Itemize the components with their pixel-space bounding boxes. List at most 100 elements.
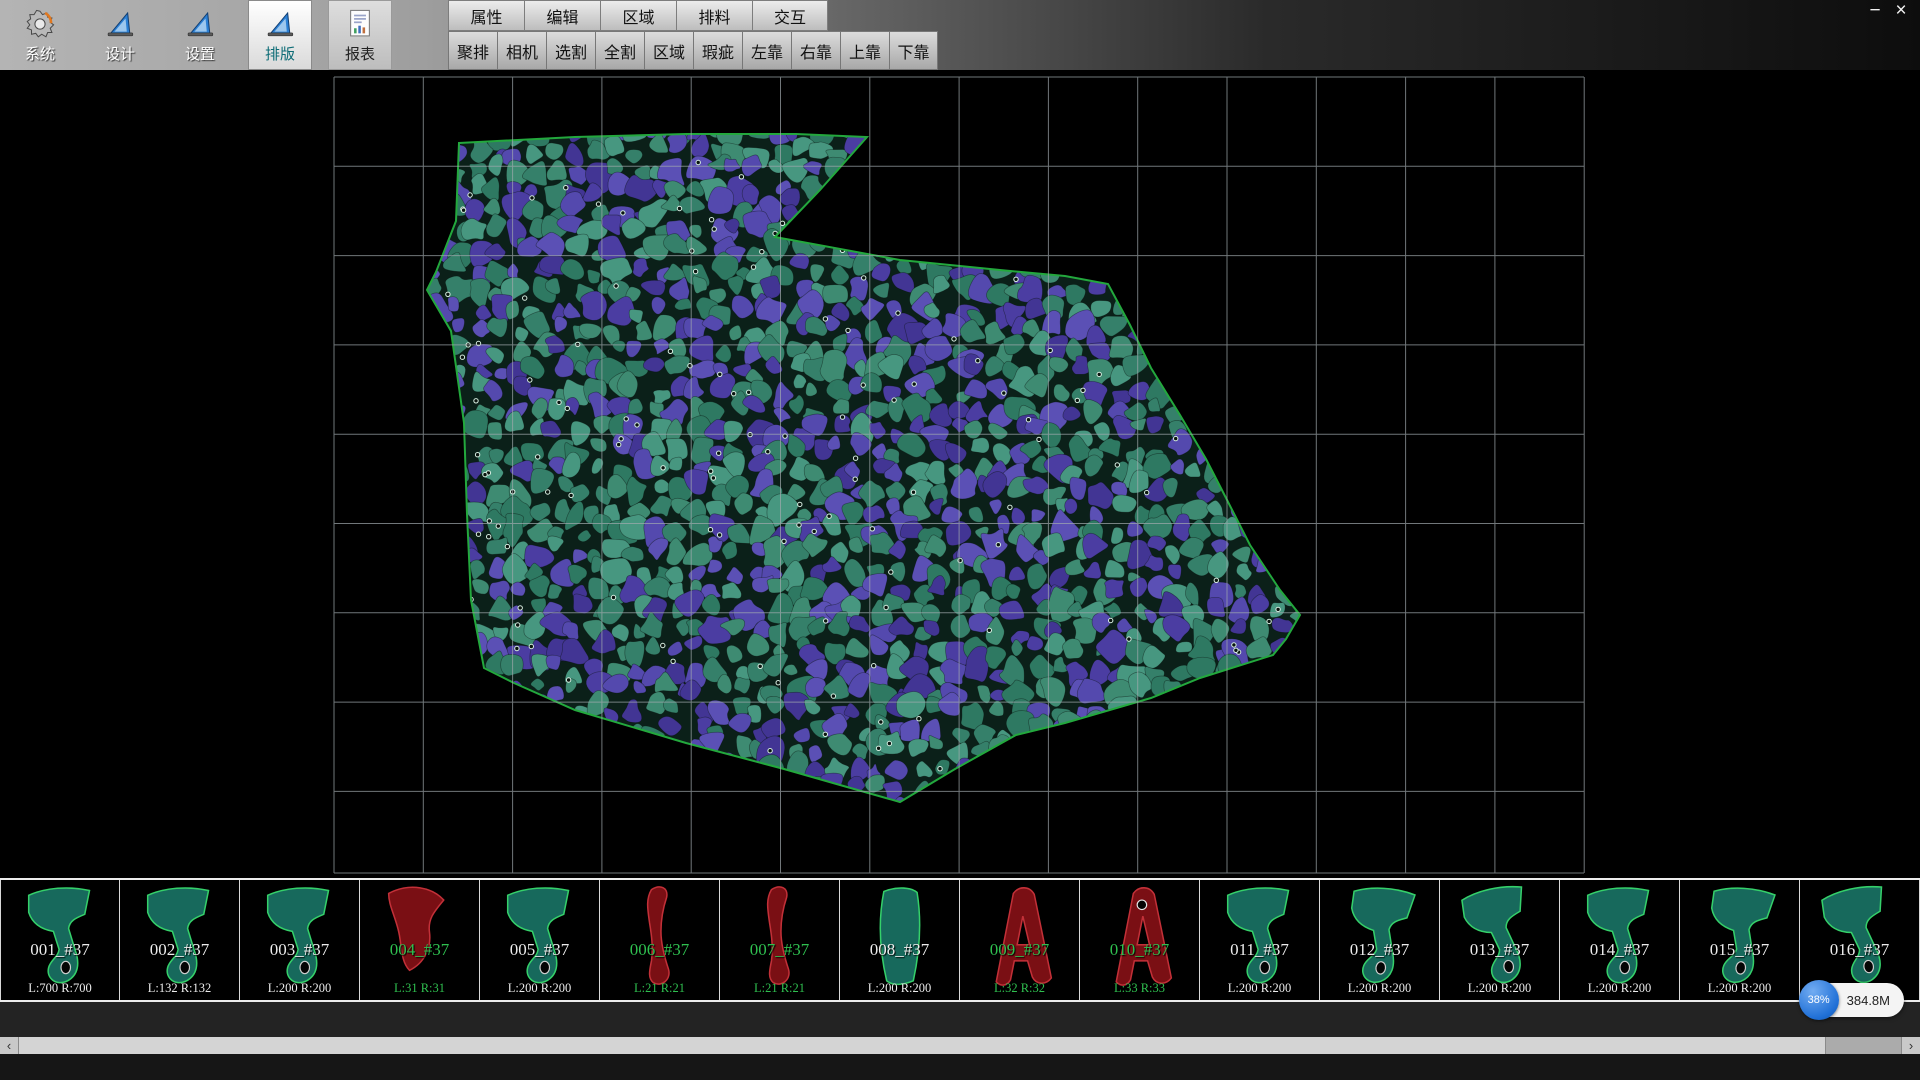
tool-button-align-bottom[interactable]: 下靠 <box>889 31 938 70</box>
piece-cell-014[interactable]: 014_#37 L:200 R:200 <box>1560 880 1680 1000</box>
tool-button-cluster-nest[interactable]: 聚排 <box>448 31 497 70</box>
piece-cell-007[interactable]: 007_#37 L:21 R:21 <box>720 880 840 1000</box>
piece-shape <box>490 882 590 996</box>
tool-button-camera[interactable]: 相机 <box>497 31 546 70</box>
piece-quantity: L:21 R:21 <box>600 981 719 996</box>
tool-button-cut-all[interactable]: 全割 <box>595 31 644 70</box>
piece-quantity: L:700 R:700 <box>1 981 119 996</box>
piece-quantity: L:200 R:200 <box>480 981 599 996</box>
piece-quantity: L:200 R:200 <box>1200 981 1319 996</box>
piece-name: 016_#37 <box>1800 940 1919 960</box>
piece-name: 013_#37 <box>1440 940 1559 960</box>
piece-cell-013[interactable]: 013_#37 L:200 R:200 <box>1440 880 1560 1000</box>
piece-shape <box>610 882 710 996</box>
piece-cell-003[interactable]: 003_#37 L:200 R:200 <box>240 880 360 1000</box>
piece-shape <box>370 882 470 996</box>
scrollbar-thumb[interactable] <box>19 1037 1826 1054</box>
scroll-left-arrow[interactable]: ‹ <box>0 1037 19 1054</box>
piece-shape <box>1210 882 1310 996</box>
main-tab-label: 设置 <box>185 43 215 64</box>
piece-shape <box>1570 882 1670 996</box>
report-icon <box>342 6 378 42</box>
main-tab-label: 系统 <box>25 43 55 64</box>
menu-tab-region[interactable]: 区域 <box>600 0 676 31</box>
menu-tab-properties[interactable]: 属性 <box>448 0 524 31</box>
piece-name: 002_#37 <box>120 940 239 960</box>
piece-shape <box>1330 882 1430 996</box>
tool-button-row: 聚排相机选割全割区域瑕疵左靠右靠上靠下靠 <box>448 31 938 70</box>
piece-quantity: L:200 R:200 <box>240 981 359 996</box>
piece-shape <box>11 882 111 996</box>
piece-name: 005_#37 <box>480 940 599 960</box>
tool-button-defect[interactable]: 瑕疵 <box>693 31 742 70</box>
piece-cell-010[interactable]: 010_#37 L:33 R:33 <box>1080 880 1200 1000</box>
piece-quantity: L:31 R:31 <box>360 981 479 996</box>
design-icon <box>102 6 138 42</box>
piece-name: 014_#37 <box>1560 940 1679 960</box>
status-row <box>0 1002 1920 1037</box>
piece-cell-001[interactable]: 001_#37 L:700 R:700 <box>0 880 120 1000</box>
piece-cell-009[interactable]: 009_#37L:32 R:32 <box>960 880 1080 1000</box>
menu-tab-nest[interactable]: 排料 <box>676 0 752 31</box>
piece-name: 009_#37 <box>960 940 1079 960</box>
tool-button-align-right[interactable]: 右靠 <box>791 31 840 70</box>
piece-cell-005[interactable]: 005_#37 L:200 R:200 <box>480 880 600 1000</box>
usage-percent-badge: 38% <box>1799 980 1839 1020</box>
main-tab-settings[interactable]: 设置 <box>168 0 232 70</box>
main-tab-label: 报表 <box>345 43 375 64</box>
piece-shape <box>730 882 830 996</box>
scroll-right-arrow[interactable]: › <box>1901 1037 1920 1054</box>
window-controls: − × <box>1862 0 1914 22</box>
hide-nesting-view <box>0 70 1920 878</box>
piece-quantity: L:200 R:200 <box>1560 981 1679 996</box>
piece-cell-002[interactable]: 002_#37 L:132 R:132 <box>120 880 240 1000</box>
main-tab-design[interactable]: 设计 <box>88 0 152 70</box>
piece-name: 007_#37 <box>720 940 839 960</box>
piece-name: 001_#37 <box>1 940 119 960</box>
scrollbar-track[interactable] <box>19 1037 1901 1054</box>
menu-tab-row: 属性编辑区域排料交互 <box>448 0 938 31</box>
piece-quantity: L:21 R:21 <box>720 981 839 996</box>
pieces-strip: 001_#37L:700 R:700002_#37L:132 R:132003_… <box>0 878 1920 1002</box>
tool-button-select-cut[interactable]: 选割 <box>546 31 595 70</box>
piece-shape <box>1810 882 1910 996</box>
settings-icon <box>182 6 218 42</box>
tool-button-align-top[interactable]: 上靠 <box>840 31 889 70</box>
minimize-button[interactable]: − <box>1862 0 1888 22</box>
piece-cell-008[interactable]: 008_#37L:200 R:200 <box>840 880 960 1000</box>
piece-shape <box>250 882 350 996</box>
piece-quantity: L:200 R:200 <box>1440 981 1559 996</box>
piece-quantity: L:132 R:132 <box>120 981 239 996</box>
piece-cell-004[interactable]: 004_#37 L:31 R:31 <box>360 880 480 1000</box>
tool-button-align-left[interactable]: 左靠 <box>742 31 791 70</box>
piece-name: 010_#37 <box>1080 940 1199 960</box>
main-tab-label: 设计 <box>105 43 135 64</box>
tool-button-region[interactable]: 区域 <box>644 31 693 70</box>
piece-shape <box>970 882 1070 996</box>
main-tab-system[interactable]: 系统 <box>8 0 72 70</box>
menu-tab-edit[interactable]: 编辑 <box>524 0 600 31</box>
main-nav: 系统 设计 设置 排版 报表 <box>0 0 408 70</box>
piece-shape <box>850 882 950 996</box>
menu-tab-interaction[interactable]: 交互 <box>752 0 828 31</box>
main-tab-report[interactable]: 报表 <box>328 0 392 70</box>
close-button[interactable]: × <box>1888 0 1914 22</box>
main-tab-label: 排版 <box>265 43 295 64</box>
main-tab-nesting[interactable]: 排版 <box>248 0 312 70</box>
gear-icon <box>22 6 58 42</box>
nesting-canvas[interactable] <box>0 70 1920 878</box>
piece-cell-012[interactable]: 012_#37L:200 R:200 <box>1320 880 1440 1000</box>
piece-shape <box>130 882 230 996</box>
memory-value: 384.8M <box>1847 993 1890 1008</box>
toolbar: 系统设计设置排版报表 属性编辑区域排料交互 聚排相机选割全割区域瑕疵左靠右靠上靠… <box>0 0 1920 70</box>
piece-cell-006[interactable]: 006_#37L:21 R:21 <box>600 880 720 1000</box>
nesting-icon <box>262 6 298 42</box>
piece-name: 011_#37 <box>1200 940 1319 960</box>
piece-name: 003_#37 <box>240 940 359 960</box>
horizontal-scrollbar[interactable]: ‹ › <box>0 1037 1920 1054</box>
piece-quantity: L:200 R:200 <box>1680 981 1799 996</box>
piece-name: 004_#37 <box>360 940 479 960</box>
piece-cell-015[interactable]: 015_#37L:200 R:200 <box>1680 880 1800 1000</box>
piece-cell-011[interactable]: 011_#37 L:200 R:200 <box>1200 880 1320 1000</box>
piece-quantity: L:33 R:33 <box>1080 981 1199 996</box>
